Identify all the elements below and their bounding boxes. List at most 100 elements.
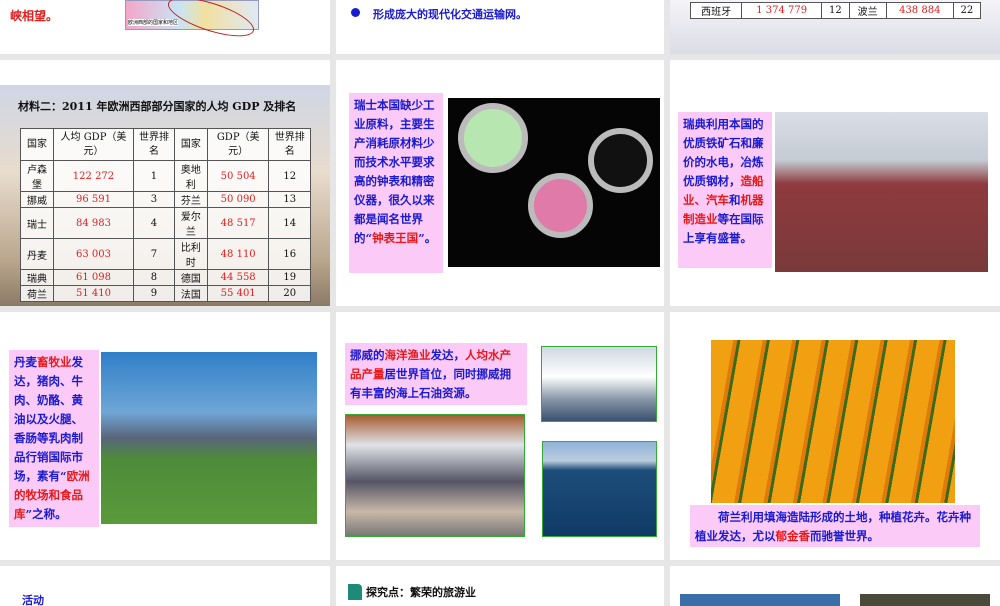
pasture-village-photo [101,352,317,524]
cell: 22 [952,2,982,19]
text: ”之称。 [25,507,67,521]
highlight: 海洋渔业 [384,348,431,362]
text: 和 [729,193,741,207]
table-cell: 48 517 [206,207,270,239]
cell: 12 [821,2,850,19]
table-cell: 爱尔兰 [173,207,208,239]
denmark-text-box: 丹麦畜牧业发达，猪肉、牛肉、奶酪、黄油以及火腿、香肠等乳肉制品行销国际市场，素有… [9,350,99,527]
cell: 波兰 [848,2,887,19]
document-icon [348,584,362,600]
table-cell: 50 504 [206,160,270,192]
table-cell: 20 [268,285,311,302]
slide-thumbnail[interactable]: 探究点：繁荣的旅游业 [336,566,664,606]
table-cell: 13 [268,191,311,208]
table-cell: 122 272 [52,160,135,192]
highlight: 畜牧业 [37,355,72,369]
table-cell: 法国 [173,285,208,302]
slide-thumbnail[interactable]: 峡相望。 欧洲西部的国家和地区 [0,0,330,54]
tourism-photo [860,594,990,606]
table-cell: 14 [268,207,311,239]
table-cell: 44 558 [206,269,270,286]
activity-label: 活动 [22,594,44,606]
text: ”。 [418,231,437,245]
section-heading: 探究点：繁荣的旅游业 [366,586,476,599]
fish-market-photo [345,414,525,537]
table-cell: 12 [268,160,311,192]
table-cell: 9 [133,285,175,302]
table-cell: 55 401 [206,285,270,302]
table-cell: 84 983 [52,207,135,239]
tourism-photo [680,594,840,606]
cell: 西班牙 [689,2,743,19]
slide-thumbnail[interactable]: 丹麦畜牧业发达，猪肉、牛肉、奶酪、黄油以及火腿、香肠等乳肉制品行销国际市场，素有… [0,312,330,560]
slide-thumbnail[interactable]: 材料二：2011 年欧洲西部部分国家的人均 GDP 及排名 国家 人均 GDP（… [0,60,330,306]
bullet-icon [351,8,360,17]
table-cell: 4 [133,207,175,239]
table-cell: 51 410 [52,285,135,302]
header: 国家 [20,128,54,161]
swiss-text-box: 瑞士本国缺少工业原料，主要生产消耗原材料少而技术水平要求高的钟表和精密仪器，很久… [349,93,443,273]
slide-thumbnail[interactable] [670,566,1000,606]
text: 而驰誉世界。 [810,529,879,543]
netherlands-text-box: 荷兰利用填海造陆形成的土地，种植花卉。花卉种植业发达，尤以郁金香而驰誉世界。 [690,505,980,547]
table-cell: 61 098 [52,269,135,286]
table-cell: 挪威 [20,191,54,208]
table-cell: 芬兰 [173,191,208,208]
text: 挪威的 [350,348,385,362]
table-cell: 50 090 [206,191,270,208]
header: 世界排名 [268,128,311,161]
table-cell: 19 [268,269,311,286]
table-row: 瑞典 61 098 8 德国 44 558 19 [20,269,311,286]
table-cell: 7 [133,238,175,270]
table-cell: 16 [268,238,311,270]
oil-platform-photo [542,441,657,537]
fjord-boats-photo [541,346,657,422]
europe-map: 欧洲西部的国家和地区 [125,0,259,45]
table-row: 丹麦 63 003 7 比利时 48 110 16 [20,238,311,270]
header: 人均 GDP（美元） [52,128,135,161]
table-cell: 卢森堡 [20,160,54,192]
slide-thumbnail[interactable]: 荷兰利用填海造陆形成的土地，种植花卉。花卉种植业发达，尤以郁金香而驰誉世界。 [670,312,1000,560]
table-row: 荷兰 51 410 9 法国 55 401 20 [20,285,311,302]
text: 丹麦 [14,355,37,369]
bullet-text: 形成庞大的现代化交通运输网。 [373,8,527,21]
table-cell: 1 [133,160,175,192]
table-cell: 奥地利 [173,160,208,192]
cell: 1 374 779 [741,2,823,19]
table-cell: 荷兰 [20,285,54,302]
table-cell: 48 110 [206,238,270,270]
text: 瑞士本国缺少工业原料，主要生产消耗原材料少而技术水平要求高的钟表和精密仪器，很久… [354,98,435,245]
table-cell: 8 [133,269,175,286]
table-cell: 丹麦 [20,238,54,270]
table-cell: 3 [133,191,175,208]
shipyard-photo [775,112,988,272]
header: 国家 [173,128,208,161]
watches-photo [448,98,660,267]
text: 发达， [430,348,466,362]
header: 世界排名 [133,128,175,161]
gdp-table-fragment: 西班牙 1 374 779 12 波兰 438 884 22 [689,2,982,19]
table-cell: 德国 [173,269,208,286]
slide-text: 峡相望。 [10,9,59,23]
table-cell: 瑞士 [20,207,54,239]
table-row: 挪威 96 591 3 芬兰 50 090 13 [20,191,311,208]
slide-thumbnail[interactable]: 挪威的海洋渔业发达，人均水产品产量居世界首位，同时挪威拥有丰富的海上石油资源。 [336,312,664,560]
table-row: 卢森堡 122 272 1 奥地利 50 504 12 [20,160,311,192]
slide-thumbnail[interactable]: 西班牙 1 374 779 12 波兰 438 884 22 [670,0,1000,54]
gdp-table: 国家 人均 GDP（美元） 世界排名 国家 GDP（美元） 世界排名 卢森堡 12… [20,128,311,302]
slide-thumbnail[interactable]: 瑞典利用本国的优质铁矿石和廉价的水电，冶炼优质钢材，造船业、汽车和机器制造业等在… [670,60,1000,306]
header: GDP（美元） [206,128,270,161]
cell: 438 884 [885,2,954,19]
highlight: 钟表王国 [372,231,419,245]
map-caption: 欧洲西部的国家和地区 [128,19,179,26]
table-cell: 96 591 [52,191,135,208]
slide-title: 材料二：2011 年欧洲西部部分国家的人均 GDP 及排名 [18,100,297,113]
table-cell: 63 003 [52,238,135,270]
table-cell: 瑞典 [20,269,54,286]
slide-thumbnail[interactable]: 瑞士本国缺少工业原料，主要生产消耗原材料少而技术水平要求高的钟表和精密仪器，很久… [336,60,664,306]
text: 发达，猪肉、牛肉、奶酪、黄油以及火腿、香肠等乳肉制品行销国际市场，素有“ [14,355,83,483]
slide-thumbnail[interactable]: 活动 [0,566,330,606]
sweden-text-box: 瑞典利用本国的优质铁矿石和廉价的水电，冶炼优质钢材，造船业、汽车和机器制造业等在… [678,112,772,268]
norway-text-box: 挪威的海洋渔业发达，人均水产品产量居世界首位，同时挪威拥有丰富的海上石油资源。 [345,343,527,405]
slide-thumbnail[interactable]: 形成庞大的现代化交通运输网。 [336,0,664,54]
